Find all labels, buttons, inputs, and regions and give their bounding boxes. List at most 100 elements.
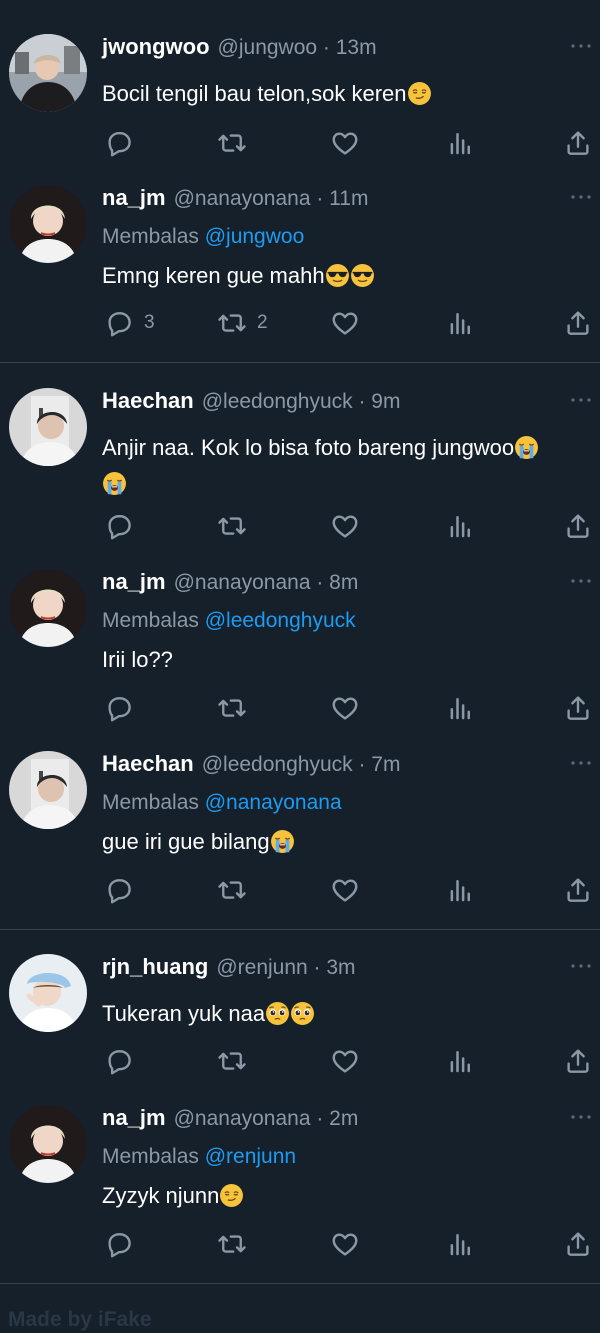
analytics-button[interactable] xyxy=(445,126,475,160)
tweet-text-content: Emng keren gue mahh xyxy=(102,263,325,288)
share-button[interactable] xyxy=(563,1044,593,1078)
mention-link[interactable]: @nanayonana xyxy=(205,791,342,814)
share-icon xyxy=(563,693,593,723)
tweet-header: na_jm @nanayonana · 8m xyxy=(102,569,358,603)
mention-link[interactable]: @leedonghyuck xyxy=(205,609,356,632)
retweet-button[interactable] xyxy=(217,509,247,543)
reply-button[interactable] xyxy=(104,509,134,543)
reply-button[interactable] xyxy=(104,126,134,160)
share-button[interactable] xyxy=(563,691,593,725)
avatar[interactable] xyxy=(9,34,87,112)
action-bar xyxy=(100,509,600,543)
tweet-header: Haechan @leedonghyuck · 9m xyxy=(102,388,400,422)
handle-and-time: @renjunn · 3m xyxy=(216,956,356,979)
retweet-icon xyxy=(217,875,247,905)
analytics-button[interactable] xyxy=(445,1227,475,1261)
tweet-text-content: Tukeran yuk naa xyxy=(102,1001,266,1026)
share-button[interactable] xyxy=(563,873,593,907)
tweet-header: na_jm @nanayonana · 2m xyxy=(102,1105,358,1139)
tweet-text: Irii lo?? xyxy=(102,642,173,678)
avatar[interactable] xyxy=(9,954,87,1032)
action-bar xyxy=(100,1227,600,1261)
display-name[interactable]: Haechan xyxy=(102,388,194,414)
more-icon[interactable] xyxy=(570,392,592,402)
display-name[interactable]: jwongwoo xyxy=(102,34,210,60)
avatar[interactable] xyxy=(9,569,87,647)
tweet-header: na_jm @nanayonana · 11m xyxy=(102,185,368,219)
retweet-button[interactable] xyxy=(217,1227,247,1261)
more-icon[interactable] xyxy=(570,958,592,968)
analytics-icon xyxy=(445,308,475,338)
avatar[interactable] xyxy=(9,185,87,263)
more-icon[interactable] xyxy=(570,189,592,199)
tweet-text-content: Anjir naa. Kok lo bisa foto bareng jungw… xyxy=(102,435,515,460)
thread-divider xyxy=(0,929,600,930)
more-icon[interactable] xyxy=(570,1109,592,1119)
display-name[interactable]: na_jm xyxy=(102,1105,166,1131)
retweet-count: 2 xyxy=(257,312,268,333)
share-button[interactable] xyxy=(563,126,593,160)
smirk-emoji xyxy=(219,1183,244,1208)
action-bar xyxy=(100,1044,600,1078)
smirk-emoji xyxy=(407,81,432,106)
loudly-crying-emoji xyxy=(102,471,127,496)
reply-button[interactable] xyxy=(104,1227,134,1261)
like-button[interactable] xyxy=(330,126,360,160)
like-button[interactable] xyxy=(330,1044,360,1078)
reply-button[interactable] xyxy=(104,1044,134,1078)
share-icon xyxy=(563,1046,593,1076)
tweet-text-content: Zyzyk njunn xyxy=(102,1183,220,1208)
like-button[interactable] xyxy=(330,509,360,543)
analytics-icon xyxy=(445,128,475,158)
retweet-button[interactable] xyxy=(217,1044,247,1078)
like-button[interactable] xyxy=(330,1227,360,1261)
like-icon xyxy=(330,875,360,905)
share-button[interactable] xyxy=(563,306,593,340)
mention-link[interactable]: @jungwoo xyxy=(205,225,305,248)
reply-button[interactable]: 3 xyxy=(104,306,155,340)
share-button[interactable] xyxy=(563,509,593,543)
share-button[interactable] xyxy=(563,1227,593,1261)
tweet-text: Emng keren gue mahh xyxy=(102,258,375,294)
retweet-button[interactable]: 2 xyxy=(217,306,268,340)
display-name[interactable]: na_jm xyxy=(102,569,166,595)
tweet-text: gue iri gue bilang xyxy=(102,824,295,860)
reply-button[interactable] xyxy=(104,873,134,907)
analytics-button[interactable] xyxy=(445,509,475,543)
more-icon[interactable] xyxy=(570,38,592,48)
display-name[interactable]: na_jm xyxy=(102,185,166,211)
more-icon[interactable] xyxy=(570,755,592,765)
replying-to: Membalas @nanayonana xyxy=(102,791,342,815)
handle-and-time: @nanayonana · 8m xyxy=(173,571,359,594)
display-name[interactable]: Haechan xyxy=(102,751,194,777)
retweet-icon xyxy=(217,128,247,158)
analytics-button[interactable] xyxy=(445,306,475,340)
retweet-button[interactable] xyxy=(217,126,247,160)
handle-and-time: @leedonghyuck · 7m xyxy=(201,753,401,776)
watermark: Made by iFake xyxy=(8,1308,152,1331)
like-icon xyxy=(330,1229,360,1259)
like-button[interactable] xyxy=(330,306,360,340)
reply-button[interactable] xyxy=(104,691,134,725)
like-icon xyxy=(330,511,360,541)
loudly-crying-emoji xyxy=(514,435,539,460)
avatar[interactable] xyxy=(9,751,87,829)
share-icon xyxy=(563,511,593,541)
tweet-text: Zyzyk njunn xyxy=(102,1178,244,1214)
analytics-button[interactable] xyxy=(445,691,475,725)
retweet-button[interactable] xyxy=(217,691,247,725)
like-button[interactable] xyxy=(330,691,360,725)
more-icon[interactable] xyxy=(570,573,592,583)
reply-icon xyxy=(104,1229,134,1259)
like-icon xyxy=(330,308,360,338)
tweet-text-content: Bocil tengil bau telon,sok keren xyxy=(102,81,407,106)
avatar[interactable] xyxy=(9,1105,87,1183)
display-name[interactable]: rjn_huang xyxy=(102,954,208,980)
like-button[interactable] xyxy=(330,873,360,907)
analytics-icon xyxy=(445,875,475,905)
analytics-button[interactable] xyxy=(445,1044,475,1078)
mention-link[interactable]: @renjunn xyxy=(205,1145,296,1168)
retweet-button[interactable] xyxy=(217,873,247,907)
avatar[interactable] xyxy=(9,388,87,466)
analytics-button[interactable] xyxy=(445,873,475,907)
